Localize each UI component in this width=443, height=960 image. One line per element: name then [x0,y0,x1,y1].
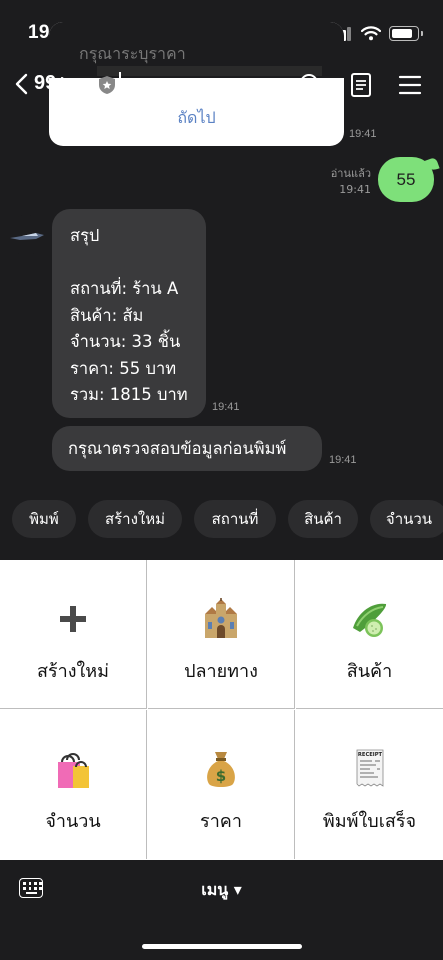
quick-reply-location[interactable]: สถานที่ [194,500,276,538]
home-indicator[interactable] [142,944,302,949]
summary-quantity: จำนวน: 33 ชิ้น [70,332,181,351]
read-receipt: อ่านแล้ว 19:41 [318,166,371,198]
message-time: 19:41 [349,128,377,140]
money-bag-icon: $ [207,752,235,787]
message-time: 19:41 [339,183,371,196]
summary-spacer [70,250,188,277]
menu-item-label: จำนวน [45,811,101,832]
wifi-icon [361,26,381,41]
plus-icon [60,606,86,632]
avatar-image [10,233,44,240]
menu-item-product[interactable]: สินค้า [296,560,443,709]
quick-reply-new[interactable]: สร้างใหม่ [88,500,182,538]
chevron-left-icon [15,73,28,94]
menu-item-new[interactable]: สร้างใหม่ [0,560,147,709]
menu-item-label: สินค้า [346,661,393,682]
menu-item-price[interactable]: $ ราคา [148,710,295,859]
bot-avatar[interactable] [6,215,46,255]
summary-price: ราคา: 55 บาท [70,358,177,378]
quick-reply-quantity[interactable]: จำนวน [370,500,443,538]
quick-reply-print[interactable]: พิมพ์ [12,500,76,538]
svg-text:$: $ [216,767,226,785]
receipt-icon-text: RECEIPT [357,752,382,758]
menu-item-label: พิมพ์ใบเสร็จ [322,811,417,832]
summary-title: สรุป [70,226,100,245]
unread-count: 99+ [34,72,68,94]
bottom-bar: เมนู ▾ [0,860,443,960]
menu-item-print-receipt[interactable]: RECEIPT พิมพ์ใบเสร็จ [296,710,443,859]
menu-item-destination[interactable]: ปลายทาง [148,560,295,709]
menu-toggle-button[interactable]: เมนู ▾ [0,878,443,903]
check-message-text: กรุณาตรวจสอบข้อมูลก่อนพิมพ์ [68,439,287,458]
summary-total: รวม: 1815 บาท [70,385,188,404]
menu-icon[interactable] [397,72,423,98]
back-button[interactable]: 99+ [14,72,68,95]
sent-message-bubble[interactable]: 55 [378,157,434,202]
summary-location: สถานที่: ร้าน A [70,279,179,298]
message-time: 19:41 [329,454,357,466]
sent-message-text: 55 [396,169,416,189]
check-message-bubble[interactable]: กรุณาตรวจสอบข้อมูลก่อนพิมพ์ [52,426,322,471]
search-icon[interactable] [298,72,324,98]
quick-reply-bar: พิมพ์ สร้างใหม่ สถานที่ สินค้า จำนวน [0,500,443,540]
menu-item-label: ปลายทาง [184,661,258,682]
summary-product: สินค้า: ส้ม [70,305,144,325]
cucumber-icon [352,603,386,637]
chat-header: 99+ [0,62,443,110]
summary-message-bubble[interactable]: สรุป สถานที่: ร้าน A สินค้า: ส้ม จำนวน: … [52,209,206,418]
shield-icon [99,76,115,94]
quick-reply-product[interactable]: สินค้า [288,500,358,538]
shopping-bags-icon [58,753,89,788]
menu-item-quantity[interactable]: จำนวน [0,710,147,859]
menu-item-label: สร้างใหม่ [36,661,110,682]
church-icon [205,598,237,638]
rich-menu: สร้างใหม่ ปลายทาง สินค้า จำนวน $ ราคา RE… [0,560,443,860]
battery-icon [389,26,423,41]
menu-item-label: ราคา [200,811,242,832]
read-label: อ่านแล้ว [330,167,371,180]
text-cursor [119,72,121,100]
message-time: 19:41 [212,401,240,413]
notes-icon[interactable] [348,72,374,98]
receipt-icon: RECEIPT [356,749,383,787]
